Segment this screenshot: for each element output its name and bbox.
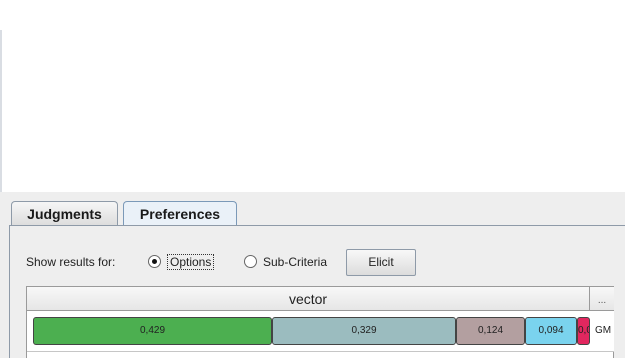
row-label-gm: GM [594,325,612,336]
tab-judgments[interactable]: Judgments [11,201,118,226]
options-label-text: Options [167,254,215,270]
options-radio-label[interactable]: Options [167,254,215,270]
show-results-label: Show results for: [26,255,116,269]
top-blank-area [0,0,625,192]
table-row: GM 0,4290,3290,1240,0940,024 [27,311,614,352]
column-header-vector[interactable]: vector [27,287,590,311]
preference-bar: 0,124 [456,317,525,345]
preference-bar: 0,329 [272,317,456,345]
preference-bar: 0,429 [33,317,272,345]
elicit-button[interactable]: Elicit [346,249,416,276]
sub-criteria-radio-label[interactable]: Sub-Criteria [263,255,327,269]
left-edge-divider [0,30,2,192]
more-columns-button[interactable]: ... [590,287,614,311]
preference-bar: 0,094 [525,317,577,345]
sub-criteria-radio[interactable] [244,255,257,268]
tab-preferences[interactable]: Preferences [123,201,237,226]
options-radio[interactable] [148,255,161,268]
preference-bar: 0,024 [577,317,590,345]
results-table: vector ... GM 0,4290,3290,1240,0940,024 [26,286,614,358]
